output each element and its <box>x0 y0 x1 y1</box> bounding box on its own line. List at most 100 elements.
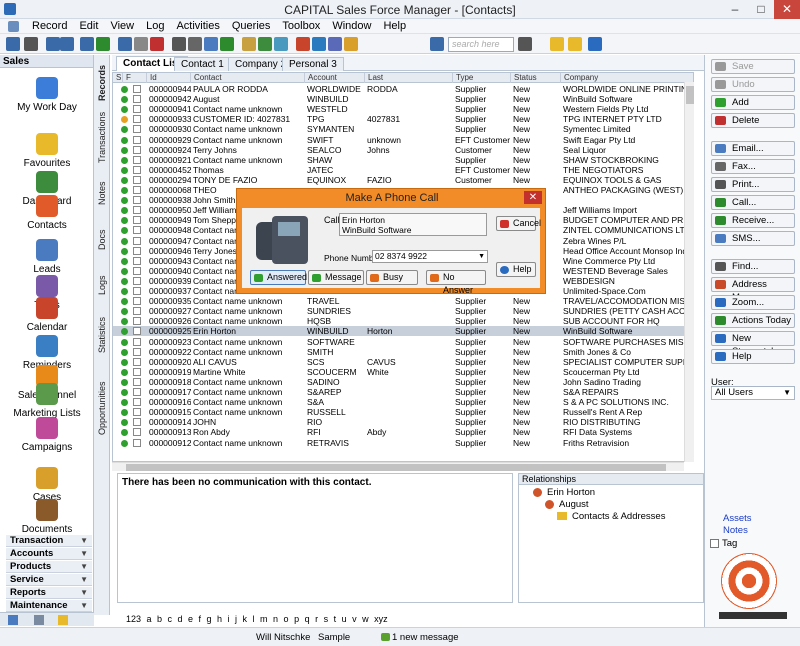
back-icon[interactable] <box>6 37 20 51</box>
row-checkbox[interactable] <box>133 165 141 174</box>
scroll-thumb[interactable] <box>686 86 694 104</box>
table-row[interactable]: 000000942 August WINBUILD Supplier New WinBui… <box>113 94 693 104</box>
vtab-opportunities[interactable]: Opportunities <box>94 371 110 445</box>
info-icon[interactable] <box>588 37 602 51</box>
nav-calendar[interactable]: Calendar <box>0 297 94 333</box>
image-icon[interactable] <box>274 37 288 51</box>
nav-leads[interactable]: Leads <box>0 239 94 275</box>
favourite-add-icon[interactable] <box>568 37 582 51</box>
table-row[interactable]: 000000935 Contact name unknown TRAVEL Suppl… <box>113 296 693 306</box>
column-header-status[interactable]: Status <box>511 73 561 83</box>
minimize-button[interactable]: – <box>722 0 748 19</box>
wizard-icon[interactable] <box>328 37 342 51</box>
table-row[interactable]: 000000930 Contact name unknown SYMANTEN Sup… <box>113 124 693 134</box>
menu-help[interactable]: Help <box>377 19 412 34</box>
menu-record[interactable]: Record <box>26 19 73 34</box>
nav-marketing-lists[interactable]: Marketing Lists <box>0 383 94 419</box>
restore-button[interactable]: □ <box>748 0 774 19</box>
message-button[interactable]: Message <box>308 270 364 285</box>
nav-section-reports[interactable]: Reports ▼ <box>6 587 92 599</box>
status-message[interactable]: 1 new message <box>392 632 459 643</box>
row-checkbox[interactable] <box>133 266 141 275</box>
row-checkbox[interactable] <box>133 125 141 134</box>
email-button[interactable]: Email... <box>711 141 795 156</box>
row-checkbox[interactable] <box>133 398 141 407</box>
save-button[interactable]: Save <box>711 59 795 74</box>
table-row[interactable]: 000000921 Contact name unknown SHAW Supplie… <box>113 155 693 165</box>
receive-button[interactable]: Receive... <box>711 213 795 228</box>
table-row[interactable]: 000000923 Contact name unknown SOFTWARE Sup… <box>113 337 693 347</box>
nav-contacts[interactable]: Contacts <box>0 195 94 231</box>
help-button[interactable]: Help <box>711 349 795 364</box>
playback-controls[interactable] <box>719 612 787 619</box>
add-button[interactable]: Add <box>711 95 795 110</box>
binoculars-icon[interactable] <box>518 37 532 51</box>
next-icon[interactable] <box>60 37 74 51</box>
row-checkbox[interactable] <box>133 155 141 164</box>
column-header-last[interactable]: Last <box>365 73 453 83</box>
row-checkbox[interactable] <box>133 105 141 114</box>
favourite-icon[interactable] <box>58 615 68 625</box>
table-row[interactable]: 000000294 TONY DE FAZIO EQUINOX FAZIO Custom… <box>113 175 693 185</box>
table-row[interactable]: 000000914 JOHN RIO Supplier New RIO DISTRIBUT… <box>113 417 693 427</box>
table-row[interactable]: 000000913 Ron Abdy RFI Abdy Supplier New RFI D… <box>113 427 693 437</box>
row-checkbox[interactable] <box>133 408 141 417</box>
row-checkbox[interactable] <box>133 196 141 205</box>
add-icon[interactable] <box>118 37 132 51</box>
grid-horizontal-scrollbar[interactable] <box>112 462 684 471</box>
find-button[interactable]: Find... <box>711 259 795 274</box>
column-header-s[interactable]: S <box>113 73 123 83</box>
notes-link[interactable]: Notes <box>723 525 748 536</box>
row-checkbox[interactable] <box>133 337 141 346</box>
row-checkbox[interactable] <box>133 347 141 356</box>
nav-cases[interactable]: Cases <box>0 467 94 503</box>
answered-button[interactable]: Answered <box>250 270 307 285</box>
column-header-f[interactable]: F <box>123 73 147 83</box>
table-row[interactable]: 000000917 Contact name unknown S&AREP Suppl… <box>113 387 693 397</box>
row-checkbox[interactable] <box>133 297 141 306</box>
calendar-icon[interactable] <box>296 37 310 51</box>
fax-icon[interactable] <box>188 37 202 51</box>
table-row[interactable]: 000000927 Contact name unknown SUNDRIES Sup… <box>113 306 693 316</box>
column-header-contact[interactable]: Contact <box>191 73 305 83</box>
row-checkbox[interactable] <box>133 85 141 93</box>
menu-activities[interactable]: Activities <box>170 19 225 34</box>
cancel-button[interactable]: Cancel <box>496 216 541 231</box>
nav-my-work-day[interactable]: My Work Day <box>0 77 94 113</box>
vtab-statistics[interactable]: Statistics <box>94 313 110 357</box>
actions-today-button[interactable]: Actions Today <box>711 313 795 328</box>
row-checkbox[interactable] <box>133 95 141 104</box>
vtab-records[interactable]: Records <box>94 59 110 107</box>
table-row[interactable]: 000000924 Terry Johns SEALCO Johns Customer N… <box>113 145 693 155</box>
nav-campaigns[interactable]: Campaigns <box>0 417 94 453</box>
menu-edit[interactable]: Edit <box>73 19 104 34</box>
row-checkbox[interactable] <box>133 307 141 316</box>
nav-section-transaction[interactable]: Transaction ▼ <box>6 535 92 547</box>
close-button[interactable]: ✕ <box>774 0 800 19</box>
save-icon[interactable] <box>80 37 94 51</box>
table-row[interactable]: 000000944 PAULA OR RODDA WORLDWIDE RODDA Sup… <box>113 84 693 94</box>
row-checkbox[interactable] <box>133 438 141 447</box>
copy-icon[interactable] <box>134 37 148 51</box>
row-checkbox[interactable] <box>133 317 141 326</box>
table-row[interactable]: 000000941 Contact name unknown WESTFLD Supp… <box>113 104 693 114</box>
menu-view[interactable]: View <box>104 19 140 34</box>
fax-button[interactable]: Fax... <box>711 159 795 174</box>
no-answer-button[interactable]: No Answer <box>426 270 486 295</box>
row-checkbox[interactable] <box>133 115 141 124</box>
globe-icon[interactable] <box>312 37 326 51</box>
vtab-notes[interactable]: Notes <box>94 173 110 213</box>
search-input[interactable]: search here <box>448 37 514 52</box>
assets-link[interactable]: Assets <box>723 513 752 524</box>
row-checkbox[interactable] <box>133 367 141 376</box>
email-icon[interactable] <box>204 37 218 51</box>
row-checkbox[interactable] <box>133 246 141 255</box>
nav-section-accounts[interactable]: Accounts ▼ <box>6 548 92 560</box>
row-checkbox[interactable] <box>133 226 141 235</box>
menu-queries[interactable]: Queries <box>226 19 277 34</box>
table-row[interactable]: 000000922 Contact name unknown SMITH Suppli… <box>113 347 693 357</box>
notes-panel[interactable]: There has been no communication with thi… <box>117 473 513 603</box>
row-checkbox[interactable] <box>133 175 141 184</box>
undo-button[interactable]: Undo <box>711 77 795 92</box>
table-row[interactable]: 000000915 Contact name unknown RUSSELL Supp… <box>113 407 693 417</box>
